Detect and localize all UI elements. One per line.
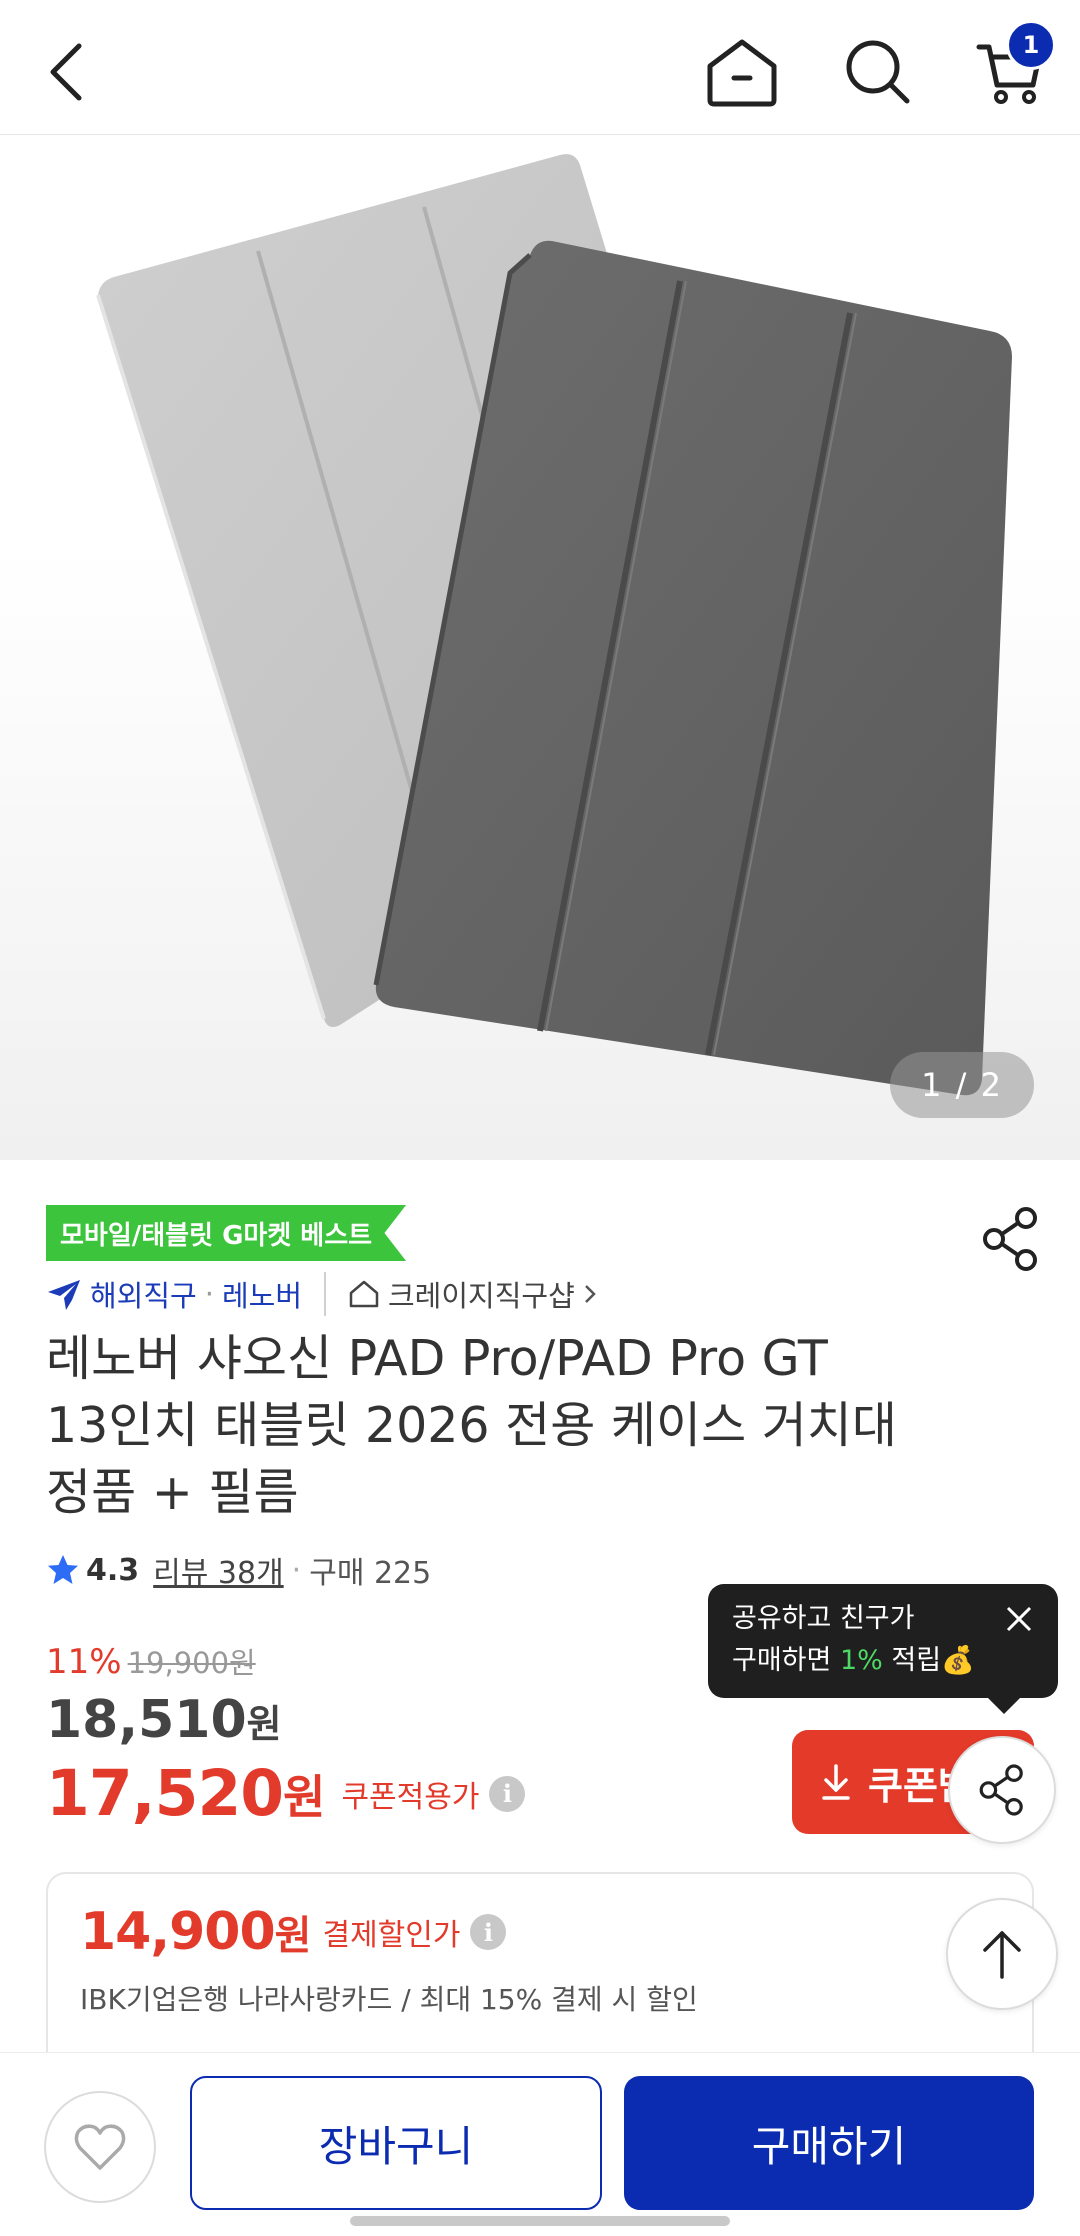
tooltip-text: 구매하면 xyxy=(732,1645,840,1676)
payment-discount-label: 결제할인가 xyxy=(322,1918,461,1953)
payment-discount-unit: 원 xyxy=(274,1913,312,1959)
tooltip-highlight: 1% xyxy=(839,1645,883,1676)
arrow-up-icon xyxy=(983,1931,1021,1979)
download-icon xyxy=(822,1764,850,1800)
search-icon xyxy=(846,40,910,104)
airplane-icon xyxy=(48,1280,80,1310)
home-icon xyxy=(707,39,777,107)
star-icon xyxy=(48,1555,78,1584)
info-icon[interactable]: i xyxy=(489,1775,526,1812)
payment-discount-card[interactable]: 14,900 원 결제할인가 i IBK기업은행 나라사랑카드 / 최대 15%… xyxy=(46,1872,1034,2072)
best-badge[interactable]: 모바일/태블릿 G마켓 베스트 xyxy=(46,1205,407,1261)
sale-price-unit: 원 xyxy=(246,1702,282,1746)
tooltip-text: 적립 xyxy=(882,1645,942,1676)
payment-discount-number: 14,900 xyxy=(80,1902,276,1962)
wishlist-button[interactable] xyxy=(44,2091,156,2203)
sale-price-number: 18,510 xyxy=(46,1690,247,1750)
discount-rate: 11% xyxy=(46,1642,122,1682)
product-title: 레노버 샤오신 PAD Pro/PAD Pro GT 13인치 태블릿 2026… xyxy=(46,1325,966,1526)
coupon-price-number: 17,520 xyxy=(46,1757,284,1830)
bottom-action-bar: 장바구니 구매하기 xyxy=(0,2052,1080,2236)
cart-count-badge: 1 xyxy=(1006,20,1056,70)
chevron-left-icon xyxy=(50,43,82,101)
sale-price: 18,510원 xyxy=(46,1690,282,1750)
tooltip-line2: 구매하면 1% 적립💰 xyxy=(732,1640,1034,1682)
add-to-cart-button[interactable]: 장바구니 xyxy=(190,2076,602,2210)
product-image xyxy=(96,154,1012,1096)
original-price: 19,900원 xyxy=(127,1646,256,1680)
product-image-gallery[interactable]: 1 / 2 xyxy=(0,135,1080,1160)
buy-now-button[interactable]: 구매하기 xyxy=(624,2076,1034,2210)
share-reward-tooltip: 공유하고 친구가 구매하면 1% 적립💰 xyxy=(708,1584,1058,1714)
payment-discount-price-row: 14,900 원 결제할인가 i xyxy=(80,1902,507,1962)
close-icon[interactable] xyxy=(1004,1604,1034,1634)
coupon-price-row: 17,520 원 쿠폰적용가 i xyxy=(46,1757,526,1830)
coupon-price-unit: 원 xyxy=(283,1769,326,1824)
divider xyxy=(324,1272,326,1316)
scroll-to-top-button[interactable] xyxy=(946,1898,1058,2010)
review-count-link[interactable]: 리뷰 38개 xyxy=(153,1548,284,1592)
back-button[interactable] xyxy=(18,22,118,122)
purchase-count: 구매 225 xyxy=(309,1556,432,1591)
share-icon xyxy=(979,1764,1023,1816)
shop-link[interactable]: 크레이지직구샵 xyxy=(348,1273,599,1315)
shipping-type-label[interactable]: 해외직구 xyxy=(90,1273,197,1315)
home-indicator xyxy=(350,2216,730,2226)
product-title-line: 레노버 샤오신 PAD Pro/PAD Pro GT xyxy=(46,1330,828,1387)
chevron-right-icon xyxy=(584,1285,596,1303)
store-icon xyxy=(349,1280,379,1308)
cart-button[interactable]: 1 xyxy=(960,20,1060,122)
brand-link[interactable]: 레노버 xyxy=(222,1273,302,1315)
shop-name: 크레이지직구샵 xyxy=(388,1279,575,1313)
rating-score: 4.3 xyxy=(86,1552,140,1588)
tooltip-line1: 공유하고 친구가 xyxy=(732,1603,915,1634)
share-icon xyxy=(983,1207,1037,1271)
home-button[interactable] xyxy=(692,22,792,122)
separator-dot: · xyxy=(204,1277,214,1311)
product-title-line: 13인치 태블릿 2026 전용 케이스 거치대 xyxy=(46,1397,897,1454)
product-title-line: 정품 + 필름 xyxy=(46,1464,299,1521)
top-header: 1 xyxy=(0,0,1080,135)
separator-dot: · xyxy=(291,1552,302,1588)
coupon-price-label: 쿠폰적용가 xyxy=(341,1779,480,1815)
floating-share-button[interactable] xyxy=(948,1736,1056,1844)
heart-icon xyxy=(74,2124,126,2170)
image-counter: 1 / 2 xyxy=(890,1052,1034,1118)
product-meta-row: 해외직구 · 레노버 크레이지직구샵 xyxy=(46,1268,599,1320)
info-icon[interactable]: i xyxy=(470,1914,507,1950)
rating-row: 4.3 리뷰 38개 · 구매 225 xyxy=(46,1548,431,1592)
discount-row: 11% 19,900원 xyxy=(46,1640,256,1682)
payment-discount-description: IBK기업은행 나라사랑카드 / 최대 15% 결제 시 할인 xyxy=(80,1983,698,2016)
share-button[interactable] xyxy=(976,1204,1046,1274)
money-bag-icon: 💰 xyxy=(941,1645,975,1676)
search-button[interactable] xyxy=(828,22,928,122)
